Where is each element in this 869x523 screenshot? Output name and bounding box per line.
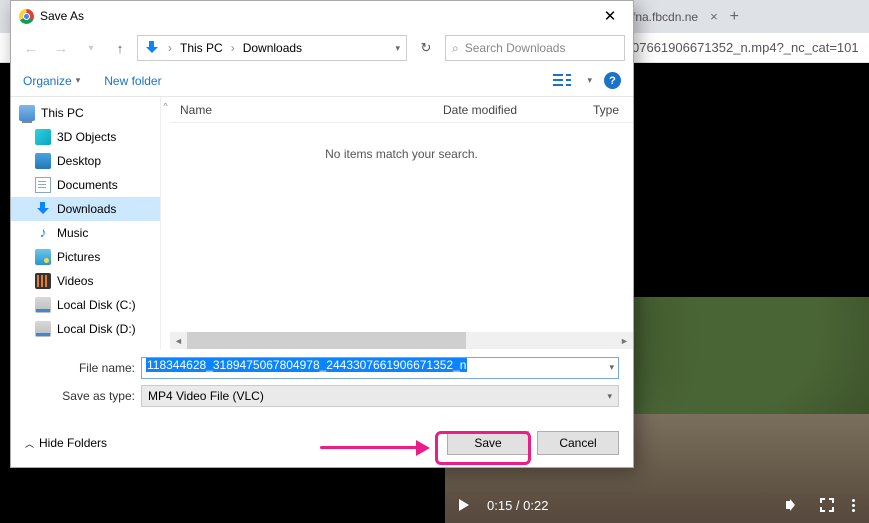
browser-tab-label[interactable]: fna.fbcdn.ne: [632, 10, 698, 24]
empty-message: No items match your search.: [170, 123, 633, 332]
search-icon: ⌕: [452, 41, 459, 56]
cube-icon: [35, 129, 51, 145]
downloads-icon: [35, 201, 51, 217]
tree-documents[interactable]: Documents: [11, 173, 160, 197]
tree-pictures[interactable]: Pictures: [11, 245, 160, 269]
new-tab-button[interactable]: +: [730, 8, 739, 26]
nav-back-icon[interactable]: ←: [19, 40, 43, 57]
annotation-arrow: [320, 443, 430, 453]
tree-videos[interactable]: Videos: [11, 269, 160, 293]
refresh-icon[interactable]: ↻: [413, 40, 439, 56]
address-bar-fragment[interactable]: 07661906671352_n.mp4?_nc_cat=101: [632, 40, 859, 55]
column-name[interactable]: Name: [170, 103, 433, 117]
chevron-right-icon: ›: [231, 41, 235, 55]
chevron-down-icon[interactable]: ▾: [609, 362, 614, 373]
save-as-type-select[interactable]: MP4 Video File (VLC) ▾: [141, 385, 619, 407]
pc-icon: [19, 105, 35, 121]
save-button[interactable]: Save: [447, 431, 529, 455]
save-as-type-value: MP4 Video File (VLC): [148, 389, 264, 403]
filename-value: 118344628_3189475067804978_2443307661906…: [146, 358, 467, 372]
disk-icon: [35, 297, 51, 313]
videos-icon: [35, 273, 51, 289]
chevron-down-icon[interactable]: ▾: [395, 43, 400, 54]
tree-local-disk-c[interactable]: Local Disk (C:): [11, 293, 160, 317]
search-placeholder: Search Downloads: [465, 41, 566, 55]
video-time: 0:15 / 0:22: [487, 498, 548, 513]
play-icon[interactable]: [459, 499, 469, 511]
horizontal-scrollbar[interactable]: ◄ ►: [170, 332, 633, 349]
chrome-icon: [19, 9, 34, 24]
volume-icon[interactable]: [786, 497, 802, 513]
tree-local-disk-d[interactable]: Local Disk (D:): [11, 317, 160, 341]
more-options-icon[interactable]: [852, 499, 855, 512]
breadcrumb-this-pc[interactable]: This PC: [180, 41, 223, 55]
tree-3d-objects[interactable]: 3D Objects: [11, 125, 160, 149]
tree-desktop[interactable]: Desktop: [11, 149, 160, 173]
close-icon[interactable]: ✕: [595, 7, 625, 25]
scroll-left-icon[interactable]: ◄: [170, 336, 187, 346]
tree-this-pc[interactable]: This PC: [11, 101, 160, 125]
breadcrumb[interactable]: › This PC › Downloads ▾: [137, 35, 407, 61]
music-icon: ♪: [35, 225, 51, 241]
organize-menu[interactable]: Organize▾: [23, 74, 80, 88]
dialog-title: Save As: [40, 9, 84, 23]
pictures-icon: [35, 249, 51, 265]
documents-icon: [35, 177, 51, 193]
hide-folders-toggle[interactable]: ︿Hide Folders: [25, 436, 107, 450]
disk-icon: [35, 321, 51, 337]
tab-close-icon[interactable]: ×: [710, 9, 718, 24]
save-as-type-label: Save as type:: [25, 389, 135, 403]
filename-label: File name:: [25, 361, 135, 375]
chevron-up-icon: ︿: [25, 437, 34, 450]
help-icon[interactable]: ?: [604, 72, 621, 89]
tree-downloads[interactable]: Downloads: [11, 197, 160, 221]
chevron-down-icon[interactable]: ▾: [607, 391, 612, 402]
chevron-right-icon: ›: [168, 41, 172, 55]
downloads-icon: [144, 40, 160, 56]
desktop-icon: [35, 153, 51, 169]
breadcrumb-downloads[interactable]: Downloads: [243, 41, 302, 55]
nav-forward-icon[interactable]: →: [49, 40, 73, 57]
fullscreen-icon[interactable]: [820, 498, 834, 512]
splitter[interactable]: ^: [161, 97, 170, 349]
scroll-right-icon[interactable]: ►: [616, 336, 633, 346]
chevron-down-icon[interactable]: ▾: [587, 75, 592, 86]
filename-input[interactable]: 118344628_3189475067804978_2443307661906…: [141, 357, 619, 379]
view-options-icon[interactable]: [553, 73, 575, 89]
nav-recent-icon[interactable]: ▾: [79, 43, 103, 54]
save-as-dialog: Save As ✕ ← → ▾ ↑ › This PC › Downloads …: [10, 0, 634, 468]
column-date-modified[interactable]: Date modified: [433, 103, 583, 117]
cancel-button[interactable]: Cancel: [537, 431, 619, 455]
new-folder-button[interactable]: New folder: [104, 74, 161, 88]
tree-music[interactable]: ♪Music: [11, 221, 160, 245]
column-type[interactable]: Type: [583, 103, 633, 117]
nav-up-icon[interactable]: ↑: [109, 37, 131, 59]
folder-tree[interactable]: This PC 3D Objects Desktop Documents Dow…: [11, 97, 161, 349]
search-input[interactable]: ⌕ Search Downloads: [445, 35, 625, 61]
